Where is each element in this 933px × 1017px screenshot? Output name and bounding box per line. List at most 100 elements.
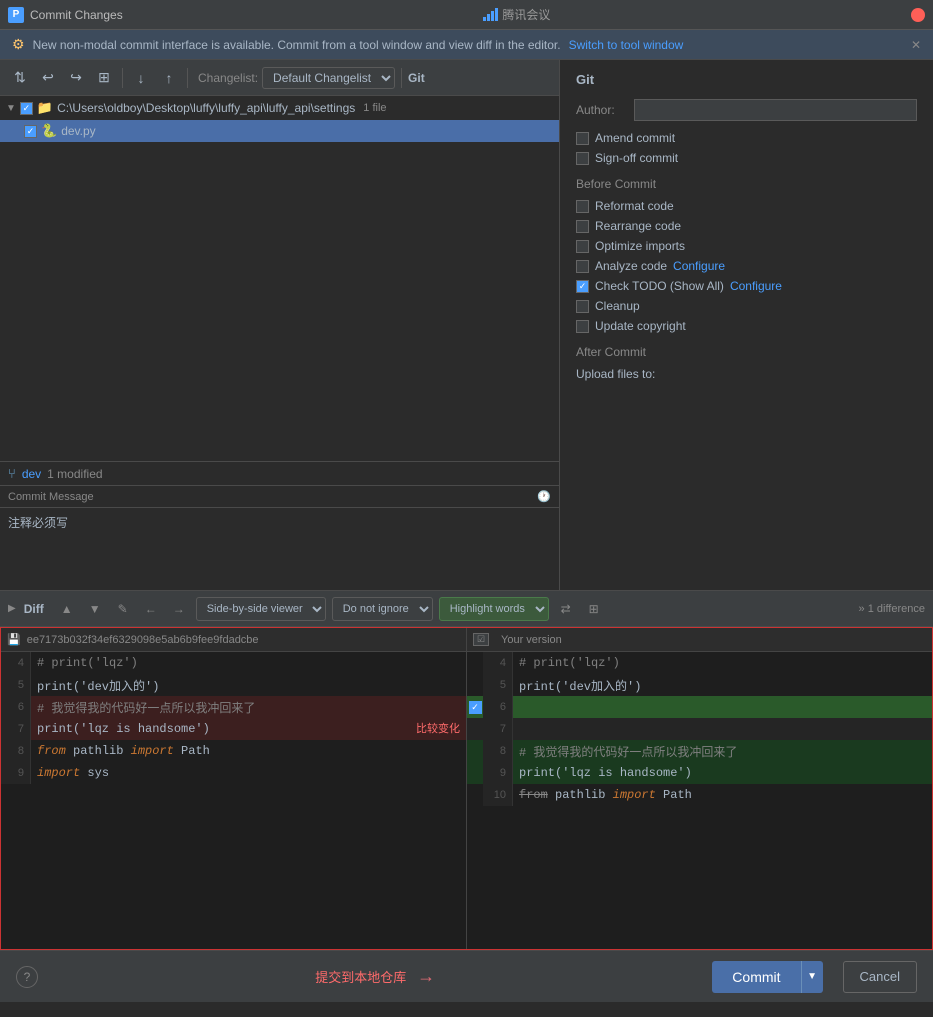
- layout-button[interactable]: ⊞: [92, 66, 116, 90]
- branch-modified: 1 modified: [47, 467, 102, 481]
- move-down-button[interactable]: ↓: [129, 66, 153, 90]
- diff-left-header: 💾 ee7173b032f34ef6329098e5ab6b9fee9fdadc…: [1, 628, 466, 652]
- reformat-code-checkbox[interactable]: [576, 200, 589, 213]
- branch-name: dev: [22, 467, 41, 481]
- update-copyright-checkbox[interactable]: [576, 320, 589, 333]
- file-count: 1 file: [363, 102, 386, 114]
- banner-text: New non-modal commit interface is availa…: [33, 38, 561, 52]
- diff-viewer-select[interactable]: Side-by-side viewer: [196, 597, 326, 621]
- diff-next-button[interactable]: ▼: [84, 598, 106, 620]
- tree-path: C:\Users\oldboy\Desktop\luffy\luffy_api\…: [57, 101, 355, 115]
- changelist-dropdown[interactable]: Default Changelist: [262, 67, 395, 89]
- table-row: ✓ 6: [467, 696, 932, 718]
- table-row: 5 print('dev加入的'): [1, 674, 466, 696]
- diff-left-icon: 💾: [7, 633, 21, 646]
- check-todo-configure-link[interactable]: Configure: [730, 279, 782, 293]
- diff-highlight-select[interactable]: Highlight words: [439, 597, 549, 621]
- changelist-label: Changelist:: [198, 71, 258, 85]
- title-bar-center: 腾讯会议: [483, 6, 550, 23]
- update-copyright-label: Update copyright: [595, 319, 686, 333]
- rearrange-code-checkbox[interactable]: [576, 220, 589, 233]
- check-todo-checkbox[interactable]: ✓: [576, 280, 589, 293]
- separator3: [401, 68, 402, 88]
- python-file-icon: 🐍: [41, 123, 57, 139]
- list-item[interactable]: ✓ 🐍 dev.py: [0, 120, 559, 142]
- table-row: 4 # print('lqz'): [1, 652, 466, 674]
- sign-off-checkbox[interactable]: [576, 152, 589, 165]
- close-button[interactable]: ✕: [911, 8, 925, 22]
- hint-text: 提交到本地仓库: [315, 970, 406, 985]
- diff-section: ▶ Diff ▲ ▼ ✎ ← → Side-by-side viewer Do …: [0, 590, 933, 950]
- check-todo-label: Check TODO (Show All): [595, 279, 724, 293]
- branch-icon: ⑂: [8, 466, 16, 481]
- diff-toggle-button[interactable]: ⇄: [555, 598, 577, 620]
- commit-button[interactable]: Commit: [712, 961, 800, 993]
- diff-right-label: Your version: [501, 634, 562, 646]
- undo-button[interactable]: ↩: [36, 66, 60, 90]
- diff-prev-button[interactable]: ▲: [56, 598, 78, 620]
- author-label: Author:: [576, 103, 626, 117]
- upload-row: Upload files to:: [576, 367, 917, 381]
- reformat-code-label: Reformat code: [595, 199, 674, 213]
- diff-grid-button[interactable]: ⊞: [583, 598, 605, 620]
- cleanup-checkbox[interactable]: [576, 300, 589, 313]
- commit-message-input[interactable]: 注释必须写: [0, 507, 559, 587]
- amend-commit-checkbox[interactable]: [576, 132, 589, 145]
- switch-to-tool-window-link[interactable]: Switch to tool window: [569, 38, 684, 52]
- analyze-code-checkbox[interactable]: [576, 260, 589, 273]
- diff-ignore-select[interactable]: Do not ignore: [332, 597, 433, 621]
- diff-count: » 1 difference: [859, 603, 925, 615]
- author-input[interactable]: [634, 99, 917, 121]
- app-icon: P: [8, 7, 24, 23]
- center-text: 腾讯会议: [502, 6, 550, 23]
- move-up-button[interactable]: ↑: [157, 66, 181, 90]
- diff-forward-button[interactable]: →: [168, 598, 190, 620]
- amend-commit-row: Amend commit: [576, 131, 917, 145]
- expand-all-button[interactable]: ⇅: [8, 66, 32, 90]
- diff-left-panel: 💾 ee7173b032f34ef6329098e5ab6b9fee9fdadc…: [1, 628, 467, 949]
- info-banner: ⚙ New non-modal commit interface is avai…: [0, 30, 933, 60]
- table-row: 4 # print('lqz'): [467, 652, 932, 674]
- tree-root-checkbox[interactable]: ✓: [20, 102, 33, 115]
- diff-edit-button[interactable]: ✎: [112, 598, 134, 620]
- upload-label: Upload files to:: [576, 367, 655, 381]
- title-bar-left: P Commit Changes: [8, 7, 123, 23]
- clock-icon[interactable]: 🕐: [537, 490, 551, 503]
- rearrange-code-label: Rearrange code: [595, 219, 681, 233]
- banner-close-button[interactable]: ✕: [911, 38, 921, 52]
- table-row: 9 import sys: [1, 762, 466, 784]
- window-title: Commit Changes: [30, 8, 123, 22]
- redo-button[interactable]: ↪: [64, 66, 88, 90]
- diff-line-checkbox[interactable]: ✓: [469, 701, 482, 714]
- after-commit-section: After Commit Upload files to:: [576, 345, 917, 381]
- file-checkbox[interactable]: ✓: [24, 125, 37, 138]
- diff-panels: 💾 ee7173b032f34ef6329098e5ab6b9fee9fdadc…: [1, 628, 932, 949]
- toolbar: ⇅ ↩ ↪ ⊞ ↓ ↑ Changelist: Default Changeli…: [0, 60, 559, 96]
- before-commit-divider: Before Commit: [576, 177, 917, 191]
- commit-dropdown-button[interactable]: ▼: [801, 961, 823, 993]
- bottom-bar: ? 提交到本地仓库 → Commit ▼ Cancel: [0, 950, 933, 1002]
- commit-message-label: Commit Message: [8, 491, 94, 503]
- git-section-label: Git: [576, 72, 917, 87]
- right-header-checkbox[interactable]: ☑: [473, 633, 489, 646]
- file-tree-header[interactable]: ▼ ✓ 📁 C:\Users\oldboy\Desktop\luffy\luff…: [0, 96, 559, 120]
- diff-right-header: ☑ Your version: [467, 628, 932, 652]
- info-icon: ⚙: [12, 36, 25, 53]
- diff-expand-icon: ▶: [8, 603, 16, 614]
- cancel-button[interactable]: Cancel: [843, 961, 917, 993]
- table-row: 7: [467, 718, 932, 740]
- sign-off-commit-row: Sign-off commit: [576, 151, 917, 165]
- analyze-configure-link[interactable]: Configure: [673, 259, 725, 273]
- help-button[interactable]: ?: [16, 966, 38, 988]
- optimize-imports-row: Optimize imports: [576, 239, 917, 253]
- diff-toolbar: ▶ Diff ▲ ▼ ✎ ← → Side-by-side viewer Do …: [0, 591, 933, 627]
- optimize-imports-checkbox[interactable]: [576, 240, 589, 253]
- diff-back-button[interactable]: ←: [140, 598, 162, 620]
- table-row: 10 from pathlib import Path: [467, 784, 932, 806]
- check-todo-row: ✓ Check TODO (Show All) Configure: [576, 279, 917, 293]
- amend-commit-label: Amend commit: [595, 131, 675, 145]
- title-bar: P Commit Changes 腾讯会议 ✕: [0, 0, 933, 30]
- file-tree: ▼ ✓ 📁 C:\Users\oldboy\Desktop\luffy\luff…: [0, 96, 559, 461]
- author-row: Author:: [576, 99, 917, 121]
- left-panel: ⇅ ↩ ↪ ⊞ ↓ ↑ Changelist: Default Changeli…: [0, 60, 560, 590]
